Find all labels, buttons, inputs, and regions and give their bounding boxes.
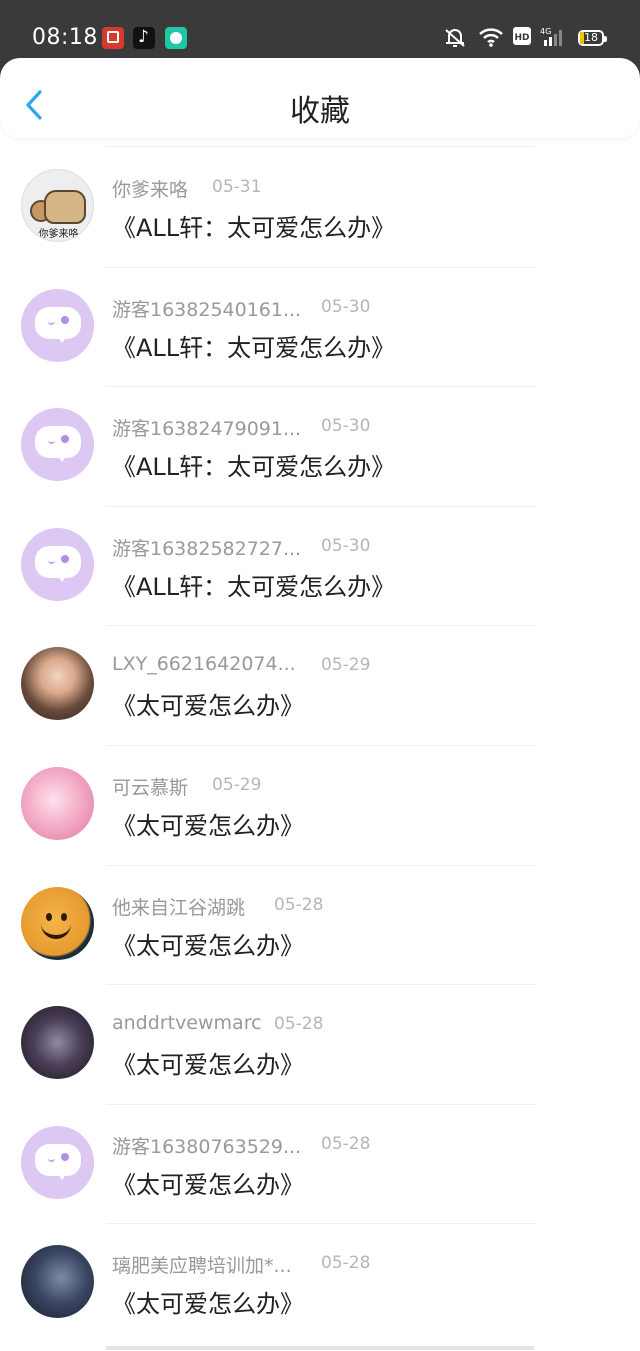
message: 《太可爱怎么办》 — [112, 931, 304, 960]
date: 05-30 — [321, 296, 371, 317]
message: 《太可爱怎么办》 — [112, 1290, 304, 1319]
header-divider — [105, 146, 535, 147]
message: 《ALL轩：太可爱怎么办》 — [112, 453, 396, 482]
mute-bell-icon — [445, 29, 465, 47]
avatar[interactable] — [21, 647, 94, 721]
username[interactable]: anddrtvewmarc — [112, 1012, 262, 1034]
date: 05-28 — [274, 894, 324, 915]
favorites-list: 你爹来咯 你爹来咯 05-31 《ALL轩：太可爱怎么办》 游客16382540… — [0, 148, 640, 1344]
username[interactable]: 璃肥美应聘培训加*... — [112, 1251, 292, 1278]
list-item[interactable]: 可云慕斯 05-29 《太可爱怎么办》 — [0, 746, 640, 866]
message: 《太可爱怎么办》 — [112, 1170, 304, 1199]
username[interactable]: LXY_6621642074... — [112, 653, 296, 675]
date: 05-30 — [321, 416, 371, 437]
avatar[interactable] — [21, 1006, 94, 1080]
cat-shape — [44, 190, 86, 224]
scroll-indicator — [106, 1346, 534, 1350]
header-bar: 收藏 — [0, 58, 640, 138]
avatar[interactable]: 你爹来咯 — [21, 169, 94, 242]
list-item[interactable]: 他来自江谷湖跳 05-28 《太可爱怎么办》 — [0, 866, 640, 986]
date: 05-29 — [321, 655, 371, 676]
signal-icon: 4G — [540, 27, 562, 46]
list-item[interactable]: 游客16382479091... 05-30 《ALL轩：太可爱怎么办》 — [0, 387, 640, 507]
avatar[interactable] — [21, 1245, 94, 1319]
status-time: 08:18 — [32, 25, 98, 50]
battery-icon: 18 — [578, 30, 607, 46]
svg-text:HD: HD — [514, 33, 529, 43]
username[interactable]: 可云慕斯 — [112, 773, 188, 800]
username[interactable]: 游客16380763529... — [112, 1132, 301, 1159]
listen-app-icon — [102, 27, 124, 49]
list-item[interactable]: 游客16382540161... 05-30 《ALL轩：太可爱怎么办》 — [0, 268, 640, 388]
username[interactable]: 游客16382540161... — [112, 295, 301, 322]
chat-app-icon — [165, 27, 187, 49]
date: 05-28 — [274, 1014, 324, 1035]
avatar[interactable] — [21, 886, 94, 960]
avatar[interactable] — [21, 288, 94, 362]
message: 《ALL轩：太可爱怎么办》 — [112, 572, 396, 601]
avatar[interactable] — [21, 766, 94, 840]
avatar-caption: 你爹来咯 — [38, 229, 79, 240]
avatar[interactable] — [21, 408, 94, 482]
username[interactable]: 他来自江谷湖跳 — [112, 893, 245, 920]
hd-icon: HD — [513, 27, 531, 45]
message: 《太可爱怎么办》 — [112, 1051, 304, 1080]
message: 《太可爱怎么办》 — [112, 692, 304, 721]
wifi-icon — [479, 28, 503, 47]
avatar[interactable] — [21, 1125, 94, 1199]
avatar[interactable] — [21, 527, 94, 601]
list-item[interactable]: 你爹来咯 你爹来咯 05-31 《ALL轩：太可爱怎么办》 — [0, 148, 640, 268]
tiktok-app-icon — [133, 27, 155, 49]
date: 05-30 — [321, 535, 371, 556]
message: 《ALL轩：太可爱怎么办》 — [112, 214, 396, 242]
username[interactable]: 游客16382582727... — [112, 534, 301, 561]
svg-text:4G: 4G — [540, 27, 551, 36]
message: 《太可爱怎么办》 — [112, 811, 304, 840]
message: 《ALL轩：太可爱怎么办》 — [112, 333, 396, 362]
date: 05-31 — [212, 177, 262, 197]
date: 05-28 — [321, 1133, 371, 1154]
username[interactable]: 游客16382479091... — [112, 414, 301, 441]
list-item[interactable]: anddrtvewmarc 05-28 《太可爱怎么办》 — [0, 985, 640, 1105]
list-item[interactable]: 游客16380763529... 05-28 《太可爱怎么办》 — [0, 1105, 640, 1225]
list-item[interactable]: 璃肥美应聘培训加*... 05-28 《太可爱怎么办》 — [0, 1224, 640, 1344]
list-item[interactable]: 游客16382582727... 05-30 《ALL轩：太可爱怎么办》 — [0, 507, 640, 627]
date: 05-28 — [321, 1253, 371, 1274]
date: 05-29 — [212, 774, 262, 795]
list-item[interactable]: LXY_6621642074... 05-29 《太可爱怎么办》 — [0, 626, 640, 746]
page-title: 收藏 — [290, 94, 350, 129]
username[interactable]: 你爹来咯 — [112, 175, 188, 202]
